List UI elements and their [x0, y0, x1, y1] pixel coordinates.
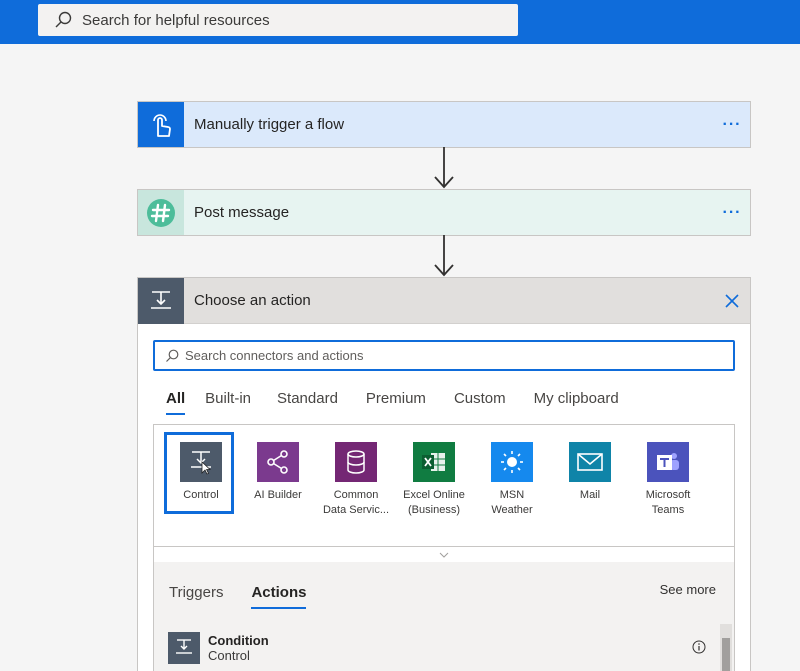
tab-premium[interactable]: Premium: [366, 390, 426, 415]
close-icon[interactable]: [714, 293, 750, 308]
global-search-input[interactable]: Search for helpful resources: [38, 4, 518, 36]
tab-actions[interactable]: Actions: [251, 584, 307, 609]
control-icon: [180, 442, 222, 482]
global-search-placeholder: Search for helpful resources: [82, 11, 270, 29]
results-section: Triggers Actions See more Condition Cont…: [153, 562, 735, 671]
connector-search-input[interactable]: Search connectors and actions: [153, 340, 735, 371]
ai-builder-icon: [257, 442, 299, 482]
connector-mail[interactable]: Mail: [553, 442, 627, 503]
expand-connectors-button[interactable]: [153, 546, 735, 563]
tab-my-clipboard[interactable]: My clipboard: [534, 390, 619, 415]
connector-search-placeholder: Search connectors and actions: [185, 348, 364, 363]
info-icon[interactable]: [692, 640, 706, 654]
chevron-down-icon: [439, 552, 449, 558]
trigger-title: Manually trigger a flow: [194, 116, 345, 133]
flow-arrow-icon: [434, 147, 454, 189]
connector-ai-builder[interactable]: AI Builder: [241, 442, 315, 503]
connector-common-data-service-line1: Common: [333, 489, 379, 501]
flow-arrow-icon: [434, 235, 454, 277]
connector-control[interactable]: Control: [164, 432, 238, 514]
action-item-connector: Control: [208, 648, 250, 663]
control-icon: [138, 277, 184, 324]
control-icon: [168, 632, 200, 664]
connector-msn-weather-line1: MSN: [499, 489, 525, 501]
connector-ai-builder-label: AI Builder: [254, 489, 302, 501]
connector-microsoft-teams[interactable]: Microsoft Teams: [631, 442, 705, 518]
tab-standard[interactable]: Standard: [277, 390, 338, 415]
post-message-more-button[interactable]: ···: [714, 204, 750, 222]
connector-common-data-service[interactable]: Common Data Servic...: [319, 442, 393, 518]
slack-icon: [138, 190, 184, 235]
connector-mail-label: Mail: [579, 489, 601, 501]
connector-excel-online[interactable]: Excel Online (Business): [397, 442, 471, 518]
connector-excel-online-line1: Excel Online: [403, 489, 465, 501]
choose-action-title: Choose an action: [194, 292, 311, 309]
connector-excel-online-line2: (Business): [408, 504, 460, 516]
search-icon: [54, 11, 72, 29]
connector-common-data-service-line2: Data Servic...: [322, 504, 390, 516]
tab-built-in[interactable]: Built-in: [205, 390, 251, 415]
connector-grid: Control AI Builder Common Data Servic...…: [153, 424, 735, 546]
see-more-link[interactable]: See more: [660, 582, 716, 597]
teams-icon: [647, 442, 689, 482]
tab-all[interactable]: All: [166, 390, 186, 415]
mail-icon: [569, 442, 611, 482]
post-message-card[interactable]: Post message ···: [137, 189, 751, 236]
post-message-title: Post message: [194, 204, 290, 221]
tab-triggers[interactable]: Triggers: [169, 584, 223, 609]
database-icon: [335, 442, 377, 482]
choose-action-header: Choose an action: [138, 277, 750, 324]
weather-icon: [491, 442, 533, 482]
action-item-condition[interactable]: Condition Control: [168, 632, 269, 664]
trigger-card[interactable]: Manually trigger a flow ···: [137, 101, 751, 148]
touch-icon: [138, 102, 184, 147]
scrollbar-thumb[interactable]: [722, 638, 730, 671]
excel-icon: [413, 442, 455, 482]
connector-microsoft-teams-line2: Teams: [651, 504, 685, 516]
connector-msn-weather-line2: Weather: [491, 504, 533, 516]
trigger-more-button[interactable]: ···: [714, 116, 750, 134]
connector-msn-weather[interactable]: MSN Weather: [475, 442, 549, 518]
connector-control-label: Control: [183, 489, 219, 501]
results-tabs: Triggers Actions: [169, 584, 307, 609]
tab-custom[interactable]: Custom: [454, 390, 506, 415]
connector-filter-tabs: All Built-in Standard Premium Custom My …: [166, 390, 619, 415]
connector-microsoft-teams-line1: Microsoft: [645, 489, 691, 501]
top-bar: Search for helpful resources: [0, 0, 800, 44]
results-scrollbar[interactable]: [720, 624, 732, 671]
search-icon: [165, 349, 179, 363]
action-item-name: Condition: [208, 633, 269, 648]
choose-action-panel: Choose an action Search connectors and a…: [137, 277, 751, 671]
